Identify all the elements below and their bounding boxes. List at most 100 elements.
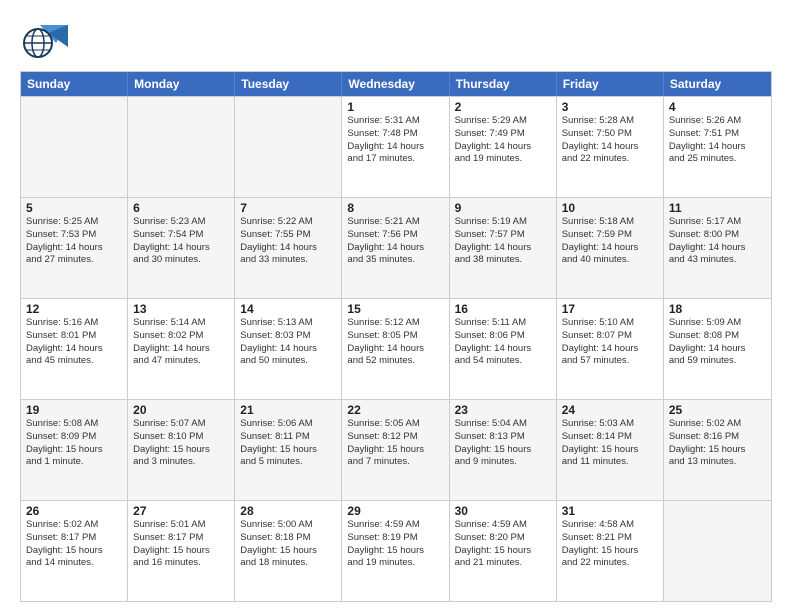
day-number: 15 <box>347 302 443 316</box>
calendar-cell: 2Sunrise: 5:29 AMSunset: 7:49 PMDaylight… <box>450 97 557 197</box>
day-number: 4 <box>669 100 766 114</box>
day-number: 20 <box>133 403 229 417</box>
cell-content: Sunrise: 5:12 AMSunset: 8:05 PMDaylight:… <box>347 317 443 368</box>
calendar-cell: 28Sunrise: 5:00 AMSunset: 8:18 PMDayligh… <box>235 501 342 601</box>
day-number: 6 <box>133 201 229 215</box>
day-number: 22 <box>347 403 443 417</box>
calendar-header-friday: Friday <box>557 72 664 96</box>
calendar-cell: 22Sunrise: 5:05 AMSunset: 8:12 PMDayligh… <box>342 400 449 500</box>
cell-content: Sunrise: 5:17 AMSunset: 8:00 PMDaylight:… <box>669 216 766 267</box>
calendar-cell: 3Sunrise: 5:28 AMSunset: 7:50 PMDaylight… <box>557 97 664 197</box>
day-number: 3 <box>562 100 658 114</box>
cell-content: Sunrise: 5:07 AMSunset: 8:10 PMDaylight:… <box>133 418 229 469</box>
cell-content: Sunrise: 5:18 AMSunset: 7:59 PMDaylight:… <box>562 216 658 267</box>
page: SundayMondayTuesdayWednesdayThursdayFrid… <box>0 0 792 612</box>
day-number: 17 <box>562 302 658 316</box>
cell-content: Sunrise: 5:31 AMSunset: 7:48 PMDaylight:… <box>347 115 443 166</box>
calendar-cell: 21Sunrise: 5:06 AMSunset: 8:11 PMDayligh… <box>235 400 342 500</box>
calendar-header-wednesday: Wednesday <box>342 72 449 96</box>
cell-content: Sunrise: 4:59 AMSunset: 8:20 PMDaylight:… <box>455 519 551 570</box>
cell-content: Sunrise: 5:19 AMSunset: 7:57 PMDaylight:… <box>455 216 551 267</box>
day-number: 7 <box>240 201 336 215</box>
calendar-row-3: 19Sunrise: 5:08 AMSunset: 8:09 PMDayligh… <box>21 399 771 500</box>
calendar-row-2: 12Sunrise: 5:16 AMSunset: 8:01 PMDayligh… <box>21 298 771 399</box>
calendar-cell: 23Sunrise: 5:04 AMSunset: 8:13 PMDayligh… <box>450 400 557 500</box>
day-number: 16 <box>455 302 551 316</box>
day-number: 23 <box>455 403 551 417</box>
cell-content: Sunrise: 5:00 AMSunset: 8:18 PMDaylight:… <box>240 519 336 570</box>
day-number: 21 <box>240 403 336 417</box>
day-number: 25 <box>669 403 766 417</box>
calendar-cell <box>664 501 771 601</box>
cell-content: Sunrise: 5:01 AMSunset: 8:17 PMDaylight:… <box>133 519 229 570</box>
day-number: 29 <box>347 504 443 518</box>
calendar-cell <box>128 97 235 197</box>
calendar-cell: 19Sunrise: 5:08 AMSunset: 8:09 PMDayligh… <box>21 400 128 500</box>
calendar-cell: 10Sunrise: 5:18 AMSunset: 7:59 PMDayligh… <box>557 198 664 298</box>
calendar-cell: 26Sunrise: 5:02 AMSunset: 8:17 PMDayligh… <box>21 501 128 601</box>
cell-content: Sunrise: 5:10 AMSunset: 8:07 PMDaylight:… <box>562 317 658 368</box>
day-number: 28 <box>240 504 336 518</box>
calendar-cell: 1Sunrise: 5:31 AMSunset: 7:48 PMDaylight… <box>342 97 449 197</box>
cell-content: Sunrise: 5:16 AMSunset: 8:01 PMDaylight:… <box>26 317 122 368</box>
calendar-cell: 29Sunrise: 4:59 AMSunset: 8:19 PMDayligh… <box>342 501 449 601</box>
day-number: 13 <box>133 302 229 316</box>
calendar-cell: 15Sunrise: 5:12 AMSunset: 8:05 PMDayligh… <box>342 299 449 399</box>
header <box>20 15 772 63</box>
calendar-cell <box>21 97 128 197</box>
cell-content: Sunrise: 5:04 AMSunset: 8:13 PMDaylight:… <box>455 418 551 469</box>
day-number: 12 <box>26 302 122 316</box>
calendar-cell: 27Sunrise: 5:01 AMSunset: 8:17 PMDayligh… <box>128 501 235 601</box>
day-number: 8 <box>347 201 443 215</box>
cell-content: Sunrise: 5:02 AMSunset: 8:16 PMDaylight:… <box>669 418 766 469</box>
cell-content: Sunrise: 4:59 AMSunset: 8:19 PMDaylight:… <box>347 519 443 570</box>
cell-content: Sunrise: 5:23 AMSunset: 7:54 PMDaylight:… <box>133 216 229 267</box>
calendar-cell: 12Sunrise: 5:16 AMSunset: 8:01 PMDayligh… <box>21 299 128 399</box>
calendar: SundayMondayTuesdayWednesdayThursdayFrid… <box>20 71 772 602</box>
day-number: 19 <box>26 403 122 417</box>
calendar-row-4: 26Sunrise: 5:02 AMSunset: 8:17 PMDayligh… <box>21 500 771 601</box>
calendar-header: SundayMondayTuesdayWednesdayThursdayFrid… <box>21 72 771 96</box>
cell-content: Sunrise: 5:13 AMSunset: 8:03 PMDaylight:… <box>240 317 336 368</box>
cell-content: Sunrise: 5:09 AMSunset: 8:08 PMDaylight:… <box>669 317 766 368</box>
calendar-cell: 16Sunrise: 5:11 AMSunset: 8:06 PMDayligh… <box>450 299 557 399</box>
calendar-header-sunday: Sunday <box>21 72 128 96</box>
calendar-cell: 13Sunrise: 5:14 AMSunset: 8:02 PMDayligh… <box>128 299 235 399</box>
cell-content: Sunrise: 5:28 AMSunset: 7:50 PMDaylight:… <box>562 115 658 166</box>
cell-content: Sunrise: 5:29 AMSunset: 7:49 PMDaylight:… <box>455 115 551 166</box>
calendar-cell: 30Sunrise: 4:59 AMSunset: 8:20 PMDayligh… <box>450 501 557 601</box>
cell-content: Sunrise: 5:05 AMSunset: 8:12 PMDaylight:… <box>347 418 443 469</box>
calendar-header-monday: Monday <box>128 72 235 96</box>
calendar-body: 1Sunrise: 5:31 AMSunset: 7:48 PMDaylight… <box>21 96 771 601</box>
calendar-cell: 7Sunrise: 5:22 AMSunset: 7:55 PMDaylight… <box>235 198 342 298</box>
calendar-header-thursday: Thursday <box>450 72 557 96</box>
logo <box>20 15 74 63</box>
calendar-cell: 18Sunrise: 5:09 AMSunset: 8:08 PMDayligh… <box>664 299 771 399</box>
calendar-cell: 4Sunrise: 5:26 AMSunset: 7:51 PMDaylight… <box>664 97 771 197</box>
cell-content: Sunrise: 5:11 AMSunset: 8:06 PMDaylight:… <box>455 317 551 368</box>
logo-icon <box>20 15 68 63</box>
calendar-row-0: 1Sunrise: 5:31 AMSunset: 7:48 PMDaylight… <box>21 96 771 197</box>
day-number: 11 <box>669 201 766 215</box>
day-number: 18 <box>669 302 766 316</box>
day-number: 24 <box>562 403 658 417</box>
calendar-cell <box>235 97 342 197</box>
calendar-cell: 5Sunrise: 5:25 AMSunset: 7:53 PMDaylight… <box>21 198 128 298</box>
cell-content: Sunrise: 5:06 AMSunset: 8:11 PMDaylight:… <box>240 418 336 469</box>
day-number: 26 <box>26 504 122 518</box>
day-number: 30 <box>455 504 551 518</box>
cell-content: Sunrise: 5:25 AMSunset: 7:53 PMDaylight:… <box>26 216 122 267</box>
day-number: 10 <box>562 201 658 215</box>
cell-content: Sunrise: 5:21 AMSunset: 7:56 PMDaylight:… <box>347 216 443 267</box>
day-number: 5 <box>26 201 122 215</box>
day-number: 2 <box>455 100 551 114</box>
calendar-cell: 9Sunrise: 5:19 AMSunset: 7:57 PMDaylight… <box>450 198 557 298</box>
calendar-cell: 11Sunrise: 5:17 AMSunset: 8:00 PMDayligh… <box>664 198 771 298</box>
cell-content: Sunrise: 5:26 AMSunset: 7:51 PMDaylight:… <box>669 115 766 166</box>
day-number: 31 <box>562 504 658 518</box>
day-number: 1 <box>347 100 443 114</box>
calendar-header-tuesday: Tuesday <box>235 72 342 96</box>
calendar-row-1: 5Sunrise: 5:25 AMSunset: 7:53 PMDaylight… <box>21 197 771 298</box>
day-number: 9 <box>455 201 551 215</box>
calendar-cell: 17Sunrise: 5:10 AMSunset: 8:07 PMDayligh… <box>557 299 664 399</box>
